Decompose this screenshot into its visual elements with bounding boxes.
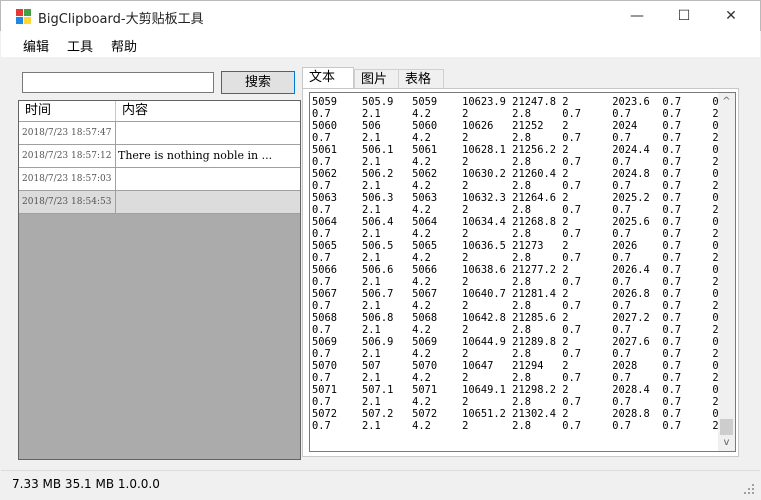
search-input[interactable]: [22, 72, 214, 93]
menu-tools[interactable]: 工具: [67, 36, 93, 55]
history-row-content: There is nothing noble in ...: [118, 149, 273, 162]
status-text: 7.33 MB 35.1 MB 1.0.0.0: [12, 477, 160, 491]
text-view-content: 5059 505.9 5059 10623.9 21247.8 2 2023.6…: [312, 96, 731, 432]
title-bar: BigClipboard-大剪贴板工具 — ☐ ✕: [0, 0, 761, 31]
history-row-time: 2018/7/23 18:57:12: [19, 145, 116, 167]
history-row-time: 2018/7/23 18:54:53: [19, 191, 116, 213]
history-row-time: 2018/7/23 18:57:47: [19, 122, 116, 144]
history-row[interactable]: 2018/7/23 18:57:47: [19, 122, 300, 145]
minimize-button[interactable]: —: [614, 1, 660, 31]
history-row-content: [116, 191, 300, 213]
app-icon-green-square: [24, 9, 31, 16]
history-row-selected[interactable]: 2018/7/23 18:54:53: [19, 191, 300, 214]
history-row-content: [116, 168, 300, 190]
clipboard-history-list[interactable]: 时间 内容 2018/7/23 18:57:47 2018/7/23 18:57…: [18, 100, 301, 460]
app-icon-blue-square: [16, 17, 23, 24]
resize-grip-icon[interactable]: [744, 484, 754, 494]
tab-image[interactable]: 图片: [354, 69, 399, 90]
history-row[interactable]: 2018/7/23 18:57:12 There is nothing nobl…: [19, 145, 300, 168]
column-header-content[interactable]: 内容: [116, 101, 300, 121]
maximize-button[interactable]: ☐: [661, 1, 707, 31]
vertical-scrollbar[interactable]: ^ v: [718, 93, 735, 451]
history-header: 时间 内容: [19, 101, 300, 122]
status-bar: 7.33 MB 35.1 MB 1.0.0.0: [1, 470, 760, 499]
tab-table[interactable]: 表格: [398, 69, 444, 90]
menu-bar: 编辑 工具 帮助: [1, 31, 760, 57]
menu-edit[interactable]: 编辑: [23, 36, 49, 55]
history-row-content: [116, 122, 300, 144]
scroll-up-icon[interactable]: ^: [718, 93, 735, 110]
menu-help[interactable]: 帮助: [111, 36, 137, 55]
history-row-time: 2018/7/23 18:57:03: [19, 168, 116, 190]
tab-panel-text: 5059 505.9 5059 10623.9 21247.8 2 2023.6…: [302, 88, 739, 457]
app-icon-yellow-square: [24, 17, 31, 24]
window-title: BigClipboard-大剪贴板工具: [38, 12, 204, 27]
column-header-time[interactable]: 时间: [19, 101, 115, 121]
app-icon-red-square: [16, 9, 23, 16]
search-button[interactable]: 搜索: [221, 71, 295, 94]
scrollbar-thumb[interactable]: [720, 419, 733, 435]
history-row[interactable]: 2018/7/23 18:57:03: [19, 168, 300, 191]
tab-text[interactable]: 文本: [302, 67, 354, 90]
close-button[interactable]: ✕: [708, 1, 754, 31]
scroll-down-icon[interactable]: v: [718, 434, 735, 451]
app-icon: [16, 9, 32, 25]
text-view[interactable]: 5059 505.9 5059 10623.9 21247.8 2 2023.6…: [309, 92, 736, 452]
